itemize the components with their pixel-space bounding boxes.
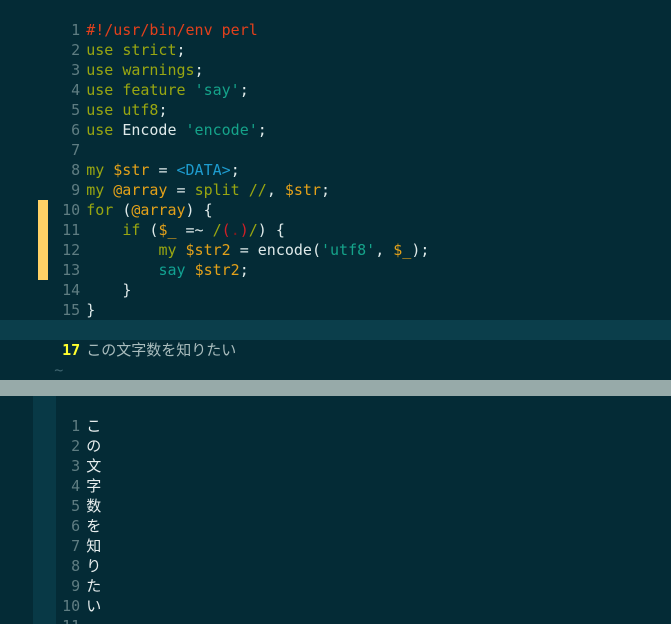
editor-pane[interactable]: 1 #!/usr/bin/env perl 2 use strict; 3 use w… [0,0,671,380]
filler-row: ~ [0,340,671,379]
editor-line[interactable]: 11 if ($_ =~ /(.)/) { [0,200,671,239]
editor-line[interactable]: 1 #!/usr/bin/env perl [0,0,671,39]
output-pane[interactable]: 1こ 2の 3文 4字 5数 6を 7知 8り 9た 10い 11 [0,396,671,624]
output-line[interactable]: 5数 [0,476,671,515]
editor-line[interactable]: 3 use warnings; [0,40,671,79]
editor-line[interactable]: 14 } [0,260,671,299]
output-line[interactable]: 11 [0,596,671,624]
output-line[interactable]: 8り [0,536,671,575]
output-line[interactable]: 7知 [0,516,671,555]
editor-line[interactable]: 2 use strict; [0,20,671,59]
editor-line[interactable]: 9 my @array = split //, $str; [0,160,671,199]
output-line[interactable]: 9た [0,556,671,595]
editor-line[interactable]: 5 use utf8; [0,80,671,119]
filler-row: ~ [0,360,671,380]
output-line[interactable]: 1こ [0,396,671,435]
editor-line[interactable]: 12 my $str2 = encode('utf8', $_); [0,220,671,259]
editor-line-current[interactable]: 17 この文字数を知りたい [0,320,671,359]
editor-line[interactable]: 4 use feature 'say'; [0,60,671,99]
status-bar[interactable] [0,380,671,396]
editor-line[interactable]: 10 for (@array) { [0,180,671,219]
editor-line[interactable]: 8 my $str = <DATA>; [0,140,671,179]
editor-line[interactable]: 13 say $str2; [0,240,671,279]
output-line[interactable]: 10 い [0,576,671,615]
editor-line[interactable]: 6 use Encode 'encode'; [0,100,671,139]
line-number: 11 [54,616,86,624]
editor-line[interactable]: 16__DATA__ [0,300,671,339]
editor-line[interactable]: 15} [0,280,671,319]
editor-line[interactable]: 7 [0,120,671,159]
output-line[interactable]: 4字 [0,456,671,495]
output-line[interactable]: 2の [0,416,671,455]
output-line[interactable]: 3文 [0,436,671,475]
terminal-window: 1 #!/usr/bin/env perl 2 use strict; 3 use w… [0,0,671,624]
output-line[interactable]: 6を [0,496,671,535]
